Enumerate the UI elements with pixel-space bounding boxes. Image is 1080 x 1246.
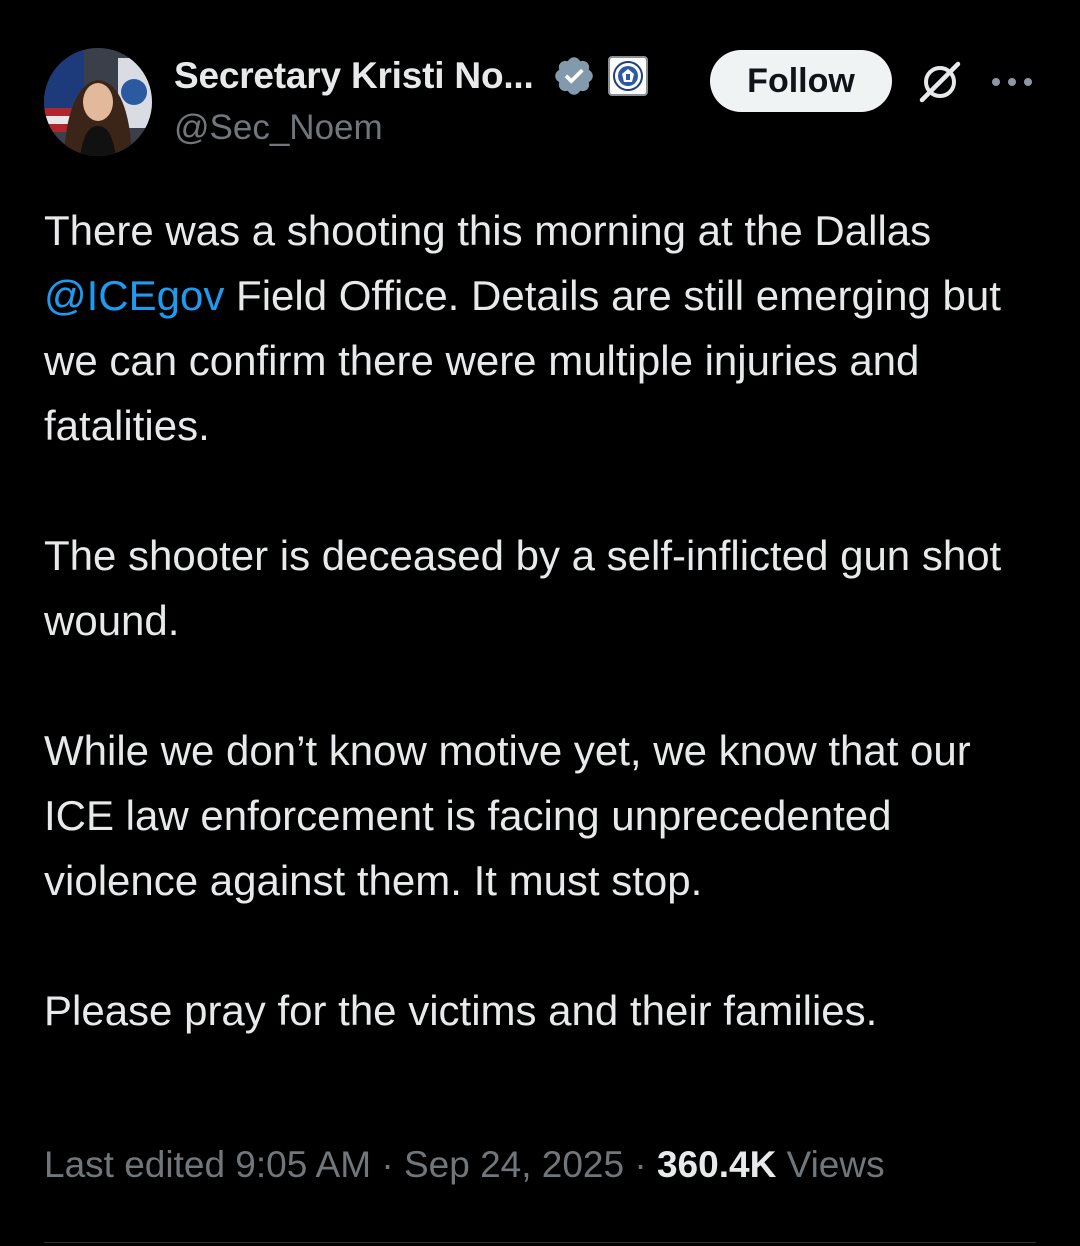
- views-label: Views: [776, 1144, 885, 1185]
- tweet-paragraph: Please pray for the victims and their fa…: [44, 987, 878, 1034]
- verified-badge-icon[interactable]: [552, 54, 596, 98]
- meta-separator: ·: [371, 1144, 404, 1185]
- tweet-paragraph: The shooter is deceased by a self-inflic…: [44, 532, 1002, 644]
- meta-separator: ·: [624, 1144, 657, 1185]
- tweet-paragraph: There was a shooting this morning at the…: [44, 198, 1044, 458]
- tweet-meta: Last edited 9:05 AM · Sep 24, 2025 · 360…: [44, 1144, 885, 1186]
- edited-timestamp[interactable]: Last edited 9:05 AM: [44, 1144, 371, 1185]
- avatar[interactable]: [44, 48, 152, 156]
- more-icon[interactable]: [990, 68, 1034, 96]
- mention-link[interactable]: @ICEgov: [44, 272, 224, 319]
- follow-button[interactable]: Follow: [710, 50, 892, 112]
- views-count: 360.4K: [656, 1144, 777, 1185]
- author-handle[interactable]: @Sec_Noem: [174, 108, 383, 148]
- tweet-text: There was a shooting this morning at the…: [44, 198, 1044, 1043]
- tweet-header: Secretary Kristi No... @Sec_Noem Follow: [44, 48, 1044, 158]
- dhs-seal-icon[interactable]: [607, 56, 648, 96]
- avatar-photo: [44, 48, 152, 156]
- grok-icon[interactable]: [916, 58, 964, 106]
- tweet-text-segment: There was a shooting this morning at the…: [44, 207, 932, 254]
- post-date[interactable]: Sep 24, 2025: [404, 1144, 624, 1185]
- divider: [44, 1242, 1036, 1243]
- tweet-paragraph: While we don’t know motive yet, we know …: [44, 727, 971, 904]
- display-name[interactable]: Secretary Kristi No...: [174, 55, 534, 97]
- name-row: Secretary Kristi No...: [174, 54, 648, 98]
